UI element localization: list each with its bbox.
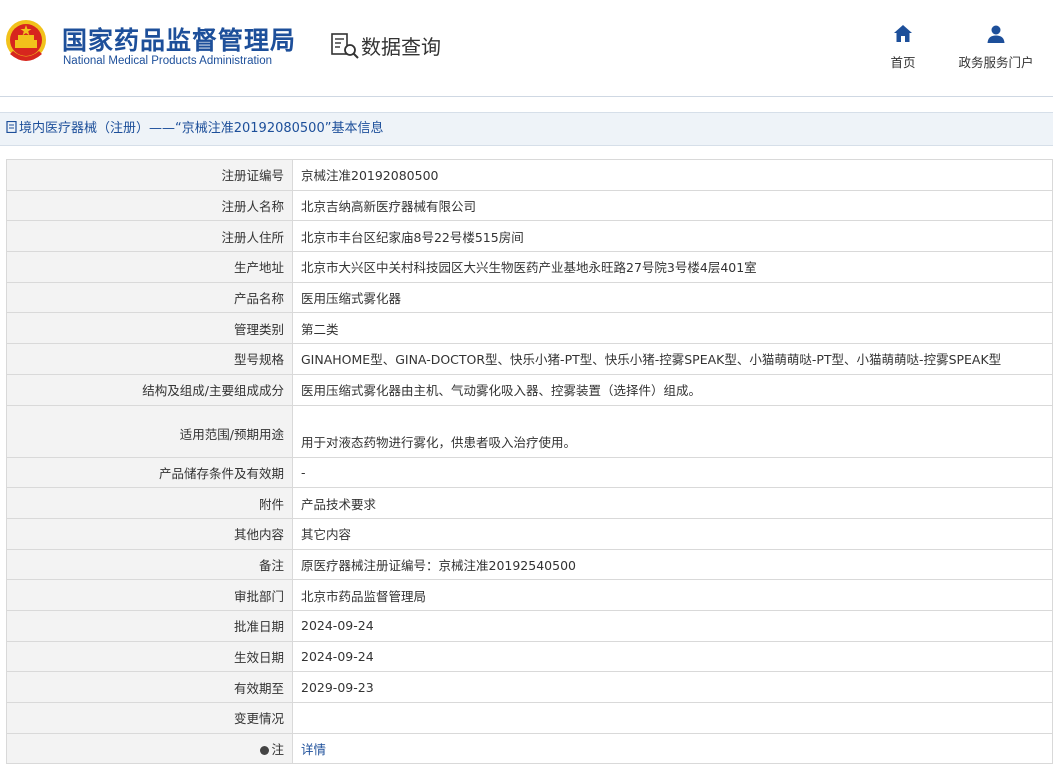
site-header: 国家药品监督管理局 National Medical Products Admi… xyxy=(0,0,1053,97)
table-row: 型号规格 GINAHOME型、GINA-DOCTOR型、快乐小猪-PT型、快乐小… xyxy=(6,343,1053,375)
row-value-models: GINAHOME型、GINA-DOCTOR型、快乐小猪-PT型、快乐小猪-控雾S… xyxy=(292,343,1053,375)
nav-home-label: 首页 xyxy=(890,55,916,70)
row-value-changes xyxy=(292,702,1053,734)
nav-home-link[interactable]: 首页 xyxy=(885,24,921,71)
section-title: 数据查询 xyxy=(361,35,441,59)
table-row: 有效期至 2029-09-23 xyxy=(6,671,1053,703)
user-icon xyxy=(987,25,1005,43)
row-label-category: 管理类别 xyxy=(6,312,293,345)
row-value-other: 其它内容 xyxy=(292,517,1053,550)
document-icon xyxy=(6,121,17,133)
row-value-category: 第二类 xyxy=(292,312,1053,345)
row-label-composition: 结构及组成/主要组成成分 xyxy=(6,373,293,406)
row-label-remarks: 备注 xyxy=(6,548,293,581)
table-row: 其他内容 其它内容 xyxy=(6,517,1053,550)
table-row: 产品名称 医用压缩式雾化器 xyxy=(6,281,1053,314)
row-value-reg-number: 京械注准20192080500 xyxy=(292,159,1053,191)
row-label-registrant-address: 注册人住所 xyxy=(6,220,293,253)
row-label-production-address: 生产地址 xyxy=(6,251,293,283)
table-row: 备注 原医疗器械注册证编号：京械注准20192540500 xyxy=(6,548,1053,581)
table-row: 注册证编号 京械注准20192080500 xyxy=(6,159,1053,191)
org-name-en: National Medical Products Administration xyxy=(63,55,273,67)
row-value-approving-dept: 北京市药品监督管理局 xyxy=(292,579,1053,611)
row-label-changes: 变更情况 xyxy=(6,702,293,734)
row-value-attachment: 产品技术要求 xyxy=(292,487,1053,519)
row-value-remarks: 原医疗器械注册证编号：京械注准20192540500 xyxy=(292,548,1053,581)
table-row: 产品储存条件及有效期 - xyxy=(6,456,1053,489)
table-row: 生效日期 2024-09-24 xyxy=(6,640,1053,673)
row-value-intended-use: 用于对液态药物进行雾化，供患者吸入治疗使用。 xyxy=(292,404,1053,458)
nav-portal-label: 政务服务门户 xyxy=(958,55,1034,70)
row-value-composition: 医用压缩式雾化器由主机、气动雾化吸入器、控雾装置（选择件）组成。 xyxy=(292,373,1053,406)
row-label-storage: 产品储存条件及有效期 xyxy=(6,456,293,489)
row-value-effective-date: 2024-09-24 xyxy=(292,640,1053,673)
national-emblem-icon xyxy=(6,20,46,61)
table-row: 结构及组成/主要组成成分 医用压缩式雾化器由主机、气动雾化吸入器、控雾装置（选择… xyxy=(6,373,1053,406)
table-row: 附件 产品技术要求 xyxy=(6,487,1053,519)
registration-detail-table: 注册证编号 京械注准20192080500 注册人名称 北京吉纳高新医疗器械有限… xyxy=(6,159,1053,765)
row-label-reg-number: 注册证编号 xyxy=(6,159,293,191)
row-label-effective-date: 生效日期 xyxy=(6,640,293,673)
row-label-attachment: 附件 xyxy=(6,487,293,519)
row-value-storage: - xyxy=(292,456,1053,489)
row-value-production-address: 北京市大兴区中关村科技园区大兴生物医药产业基地永旺路27号院3号楼4层401室 xyxy=(292,251,1053,283)
table-row: 生产地址 北京市大兴区中关村科技园区大兴生物医药产业基地永旺路27号院3号楼4层… xyxy=(6,251,1053,283)
row-label-expiry-date: 有效期至 xyxy=(6,671,293,703)
home-icon xyxy=(894,25,912,42)
row-label-registrant: 注册人名称 xyxy=(6,189,293,222)
row-label-approving-dept: 审批部门 xyxy=(6,579,293,611)
table-row: 注册人住所 北京市丰台区纪家庙8号22号楼515房间 xyxy=(6,220,1053,253)
breadcrumb: 境内医疗器械（注册）——“京械注准20192080500”基本信息 xyxy=(0,112,1053,146)
table-row: 变更情况 xyxy=(6,702,1053,734)
row-value-note: 详情 xyxy=(292,732,1053,765)
table-row: 审批部门 北京市药品监督管理局 xyxy=(6,579,1053,611)
nav-portal-link[interactable]: 政务服务门户 xyxy=(952,24,1040,71)
table-row: 注 详情 xyxy=(6,732,1053,765)
note-label: 注 xyxy=(271,742,284,758)
row-value-product-name: 医用压缩式雾化器 xyxy=(292,281,1053,314)
details-link[interactable]: 详情 xyxy=(301,742,326,757)
row-label-other: 其他内容 xyxy=(6,517,293,550)
data-query-icon xyxy=(331,33,359,59)
row-value-expiry-date: 2029-09-23 xyxy=(292,671,1053,703)
note-icon xyxy=(260,746,270,756)
row-label-approval-date: 批准日期 xyxy=(6,609,293,642)
org-name-cn: 国家药品监督管理局 xyxy=(62,26,297,55)
row-label-models: 型号规格 xyxy=(6,343,293,375)
table-row: 适用范围/预期用途 用于对液态药物进行雾化，供患者吸入治疗使用。 xyxy=(6,404,1053,458)
table-row: 管理类别 第二类 xyxy=(6,312,1053,345)
table-row: 批准日期 2024-09-24 xyxy=(6,609,1053,642)
table-row: 注册人名称 北京吉纳高新医疗器械有限公司 xyxy=(6,189,1053,222)
row-label-note: 注 xyxy=(6,732,293,765)
row-label-intended-use: 适用范围/预期用途 xyxy=(6,404,293,458)
row-value-approval-date: 2024-09-24 xyxy=(292,609,1053,642)
row-label-product-name: 产品名称 xyxy=(6,281,293,314)
row-value-registrant: 北京吉纳高新医疗器械有限公司 xyxy=(292,189,1053,222)
row-value-registrant-address: 北京市丰台区纪家庙8号22号楼515房间 xyxy=(292,220,1053,253)
breadcrumb-text: 境内医疗器械（注册）——“京械注准20192080500”基本信息 xyxy=(19,121,384,136)
